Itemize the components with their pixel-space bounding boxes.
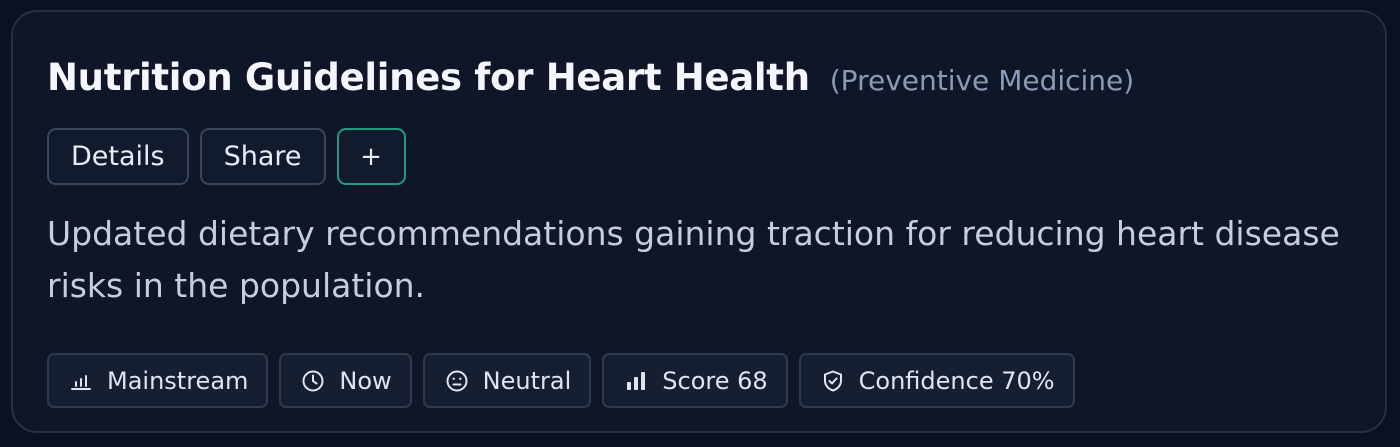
- tag-label: Confidence 70%: [858, 366, 1055, 395]
- add-button[interactable]: +: [336, 128, 406, 185]
- share-button[interactable]: Share: [199, 128, 326, 185]
- tag-label: Score 68: [662, 366, 768, 395]
- tag-list: Mainstream Now Neutral Score 68 Confiden…: [47, 353, 1075, 408]
- tag-confidence: Confidence 70%: [798, 353, 1075, 408]
- title-row: Nutrition Guidelines for Heart Health (P…: [47, 56, 1134, 99]
- tag-now: Now: [279, 353, 412, 408]
- score-bars-icon: [623, 368, 649, 394]
- clock-icon: [300, 368, 326, 394]
- trend-card: Nutrition Guidelines for Heart Health (P…: [11, 10, 1387, 433]
- bar-chart-icon: [68, 368, 94, 394]
- tag-score: Score 68: [602, 353, 788, 408]
- tag-mainstream: Mainstream: [47, 353, 269, 408]
- tag-label: Mainstream: [107, 366, 249, 395]
- card-title: Nutrition Guidelines for Heart Health: [47, 56, 810, 99]
- tag-neutral: Neutral: [422, 353, 592, 408]
- card-category: (Preventive Medicine): [829, 64, 1135, 97]
- tag-label: Neutral: [482, 366, 572, 395]
- action-buttons: Details Share +: [47, 128, 406, 185]
- tag-label: Now: [339, 366, 392, 395]
- neutral-face-icon: [444, 368, 470, 394]
- card-description: Updated dietary recommendations gaining …: [47, 214, 1340, 305]
- shield-check-icon: [820, 368, 846, 394]
- details-button[interactable]: Details: [47, 128, 189, 185]
